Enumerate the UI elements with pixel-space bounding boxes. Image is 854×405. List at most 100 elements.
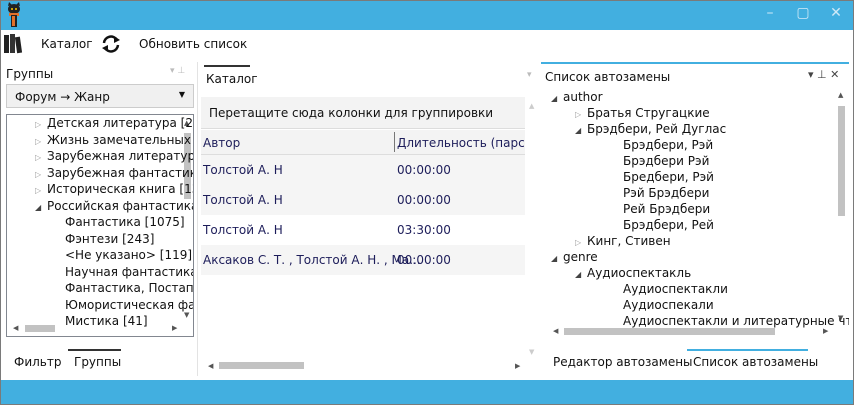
tab-replace-list[interactable]: Список автозамены <box>693 355 818 369</box>
books-icon[interactable] <box>3 33 23 55</box>
scroll-right-icon[interactable]: ▶ <box>172 324 177 332</box>
tree-item[interactable]: ▷ Зарубежная литература <box>35 148 193 166</box>
tree-item[interactable]: ▷ Историческая книга [13. <box>35 181 194 199</box>
tree-item[interactable]: Фантастика [1075] <box>65 214 185 231</box>
tree-item-label: Фантастика [1075] <box>65 215 185 229</box>
scroll-up-icon[interactable]: ▲ <box>529 102 534 110</box>
tree-item-label: Жизнь замечательных л <box>47 132 194 147</box>
expand-arrow-icon[interactable]: ▷ <box>35 133 47 150</box>
active-tab-indicator <box>68 349 121 351</box>
tree-item[interactable]: Аудиоспектакли и литературные чтения <box>623 313 849 328</box>
panel-menu-pin-icon[interactable]: ▾ ⊥ <box>170 66 185 76</box>
tree-item[interactable]: ◢ genre <box>551 249 598 266</box>
horizontal-scrollbar[interactable] <box>564 328 775 335</box>
chevron-down-icon: ▼ <box>178 90 185 99</box>
table-row[interactable]: Толстой А. Н 03:30:00 <box>201 215 525 245</box>
group-by-area[interactable]: Перетащите сюда колонки для группировки <box>201 97 525 129</box>
collapse-arrow-icon[interactable]: ◢ <box>551 90 563 107</box>
tree-item-label: Фантастика, Постапо <box>65 281 194 295</box>
groups-tree[interactable]: ▲ ▼ ◀ ▶ ▷ Детская литература [236 ▷ Жизнь з… <box>6 114 194 337</box>
collapse-arrow-icon[interactable]: ◢ <box>575 266 587 283</box>
tree-item[interactable]: ◢ Российская фантастика, <box>35 198 193 216</box>
duration-cell: 03:30:00 <box>397 223 451 237</box>
collapse-arrow-icon[interactable]: ◢ <box>575 122 587 139</box>
tree-item[interactable]: Фэнтези [243] <box>65 231 154 248</box>
horizontal-scrollbar[interactable] <box>219 362 304 369</box>
tree-item[interactable]: Аудиоспектакли <box>623 281 728 298</box>
refresh-icon[interactable] <box>100 33 122 55</box>
expand-arrow-icon[interactable]: ▷ <box>35 149 47 166</box>
tree-item[interactable]: Бредбери, Рэй <box>623 169 714 186</box>
grouping-combo[interactable]: Форум → Жанр ▼ <box>6 84 194 108</box>
active-tab-indicator <box>687 349 808 351</box>
tree-item-label: Братья Стругацкие <box>587 106 710 120</box>
scroll-up-icon[interactable]: ▲ <box>838 91 843 99</box>
tree-item[interactable]: ◢ Аудиоспектакль <box>575 265 691 282</box>
tree-item[interactable]: Брэдбери, Рей <box>623 217 714 234</box>
table-row[interactable]: Толстой А. Н 00:00:00 <box>201 185 525 215</box>
vertical-scrollbar[interactable] <box>838 106 845 216</box>
horizontal-scrollbar[interactable] <box>25 325 55 332</box>
panel-menu-pin-close-icons[interactable]: ▾ ⊥ ✕ <box>808 68 839 81</box>
active-tab-indicator <box>204 65 250 67</box>
grid-header: Автор Длительность (парсинг) <box>201 130 525 155</box>
status-bar <box>0 380 854 405</box>
collapse-arrow-icon[interactable]: ◢ <box>551 250 563 267</box>
tree-item-label: Брэдбери, Рей Дуглас <box>587 122 727 136</box>
groups-panel-title: Группы <box>6 67 54 81</box>
tree-item-label: Научная фантастика <box>65 264 194 279</box>
splitter[interactable] <box>197 62 198 376</box>
table-row[interactable]: Толстой А. Н 00:00:00 <box>201 155 525 185</box>
group-by-hint: Перетащите сюда колонки для группировки <box>209 106 494 120</box>
refresh-list-button[interactable]: Обновить список <box>139 37 247 51</box>
tree-item[interactable]: ▷ Братья Стругацкие <box>575 105 710 122</box>
tree-item-label: Зарубежная фантастика <box>47 165 194 180</box>
scroll-down-icon[interactable]: ▼ <box>529 348 534 356</box>
replace-list-tree[interactable]: ▲ ▼ ◢ author ▷ Братья Стругацкие ◢ Брэдбери, … <box>541 88 849 328</box>
tab-catalog[interactable]: Каталог <box>206 72 258 86</box>
catalog-button[interactable]: Каталог <box>41 37 93 51</box>
tree-item-label: Историческая книга [13. <box>47 182 194 196</box>
expand-arrow-icon[interactable]: ▷ <box>35 116 47 133</box>
tree-item[interactable]: ▷ Жизнь замечательных л <box>35 132 194 150</box>
tree-item-label: Аудиоспектакли и литературные чтения <box>623 314 849 328</box>
column-header-author[interactable]: Автор <box>203 136 240 150</box>
tree-item[interactable]: ▷ Кинг, Стивен <box>575 233 671 250</box>
panel-menu-icon[interactable]: ▾ <box>527 70 532 80</box>
collapse-arrow-icon[interactable]: ◢ <box>35 199 47 216</box>
tree-item[interactable]: Фантастика, Постапо <box>65 280 194 297</box>
tree-item[interactable]: Рэй Брэдбери <box>623 185 709 202</box>
tree-item[interactable]: ◢ Брэдбери, Рей Дуглас <box>575 121 726 138</box>
tree-item[interactable]: Брэдбери Рэй <box>623 153 709 170</box>
expand-arrow-icon[interactable]: ▷ <box>35 166 47 183</box>
scroll-right-icon[interactable]: ▶ <box>515 362 520 370</box>
tree-item-label: Рей Брэдбери <box>623 202 711 216</box>
scroll-left-icon[interactable]: ◀ <box>13 324 18 332</box>
close-button[interactable]: ✕ <box>821 5 851 21</box>
tree-item[interactable]: ▷ Детская литература [236 <box>35 115 193 133</box>
tree-item[interactable]: Мистика [41] <box>65 313 148 330</box>
scroll-left-icon[interactable]: ◀ <box>553 327 558 335</box>
tree-item[interactable]: <Не указано> [119] <box>65 247 192 264</box>
tree-item[interactable]: Аудиоспекали <box>623 297 714 314</box>
tree-item[interactable]: ▷ Зарубежная фантастика <box>35 165 194 183</box>
tab-groups[interactable]: Группы <box>74 355 121 369</box>
tab-replace-editor[interactable]: Редактор автозамены <box>553 355 693 369</box>
table-row[interactable]: Аксаков С. Т. , Толстой А. Н. , Ма... 00:… <box>201 245 525 275</box>
scroll-right-icon[interactable]: ▶ <box>823 327 828 335</box>
tree-item[interactable]: Юмористическая фа <box>65 297 193 314</box>
app-logo-cat-icon <box>8 2 20 27</box>
tree-item[interactable]: Научная фантастика <box>65 264 194 281</box>
maximize-button[interactable]: ▢ <box>788 5 818 21</box>
minimize-button[interactable]: – <box>755 5 785 21</box>
tree-item-label: Брэдбери Рэй <box>623 154 710 168</box>
tree-item[interactable]: Брэдбери, Рэй <box>623 137 713 154</box>
tab-filter[interactable]: Фильтр <box>14 355 61 369</box>
column-header-duration[interactable]: Длительность (парсинг) <box>397 136 525 150</box>
expand-arrow-icon[interactable]: ▷ <box>35 182 47 199</box>
scroll-left-icon[interactable]: ◀ <box>208 362 213 370</box>
tree-item[interactable]: ◢ author <box>551 89 603 106</box>
tree-item[interactable]: Рей Брэдбери <box>623 201 710 218</box>
tree-item-label: <Не указано> [119] <box>65 248 193 262</box>
tree-item-label: Мистика [41] <box>65 314 148 328</box>
